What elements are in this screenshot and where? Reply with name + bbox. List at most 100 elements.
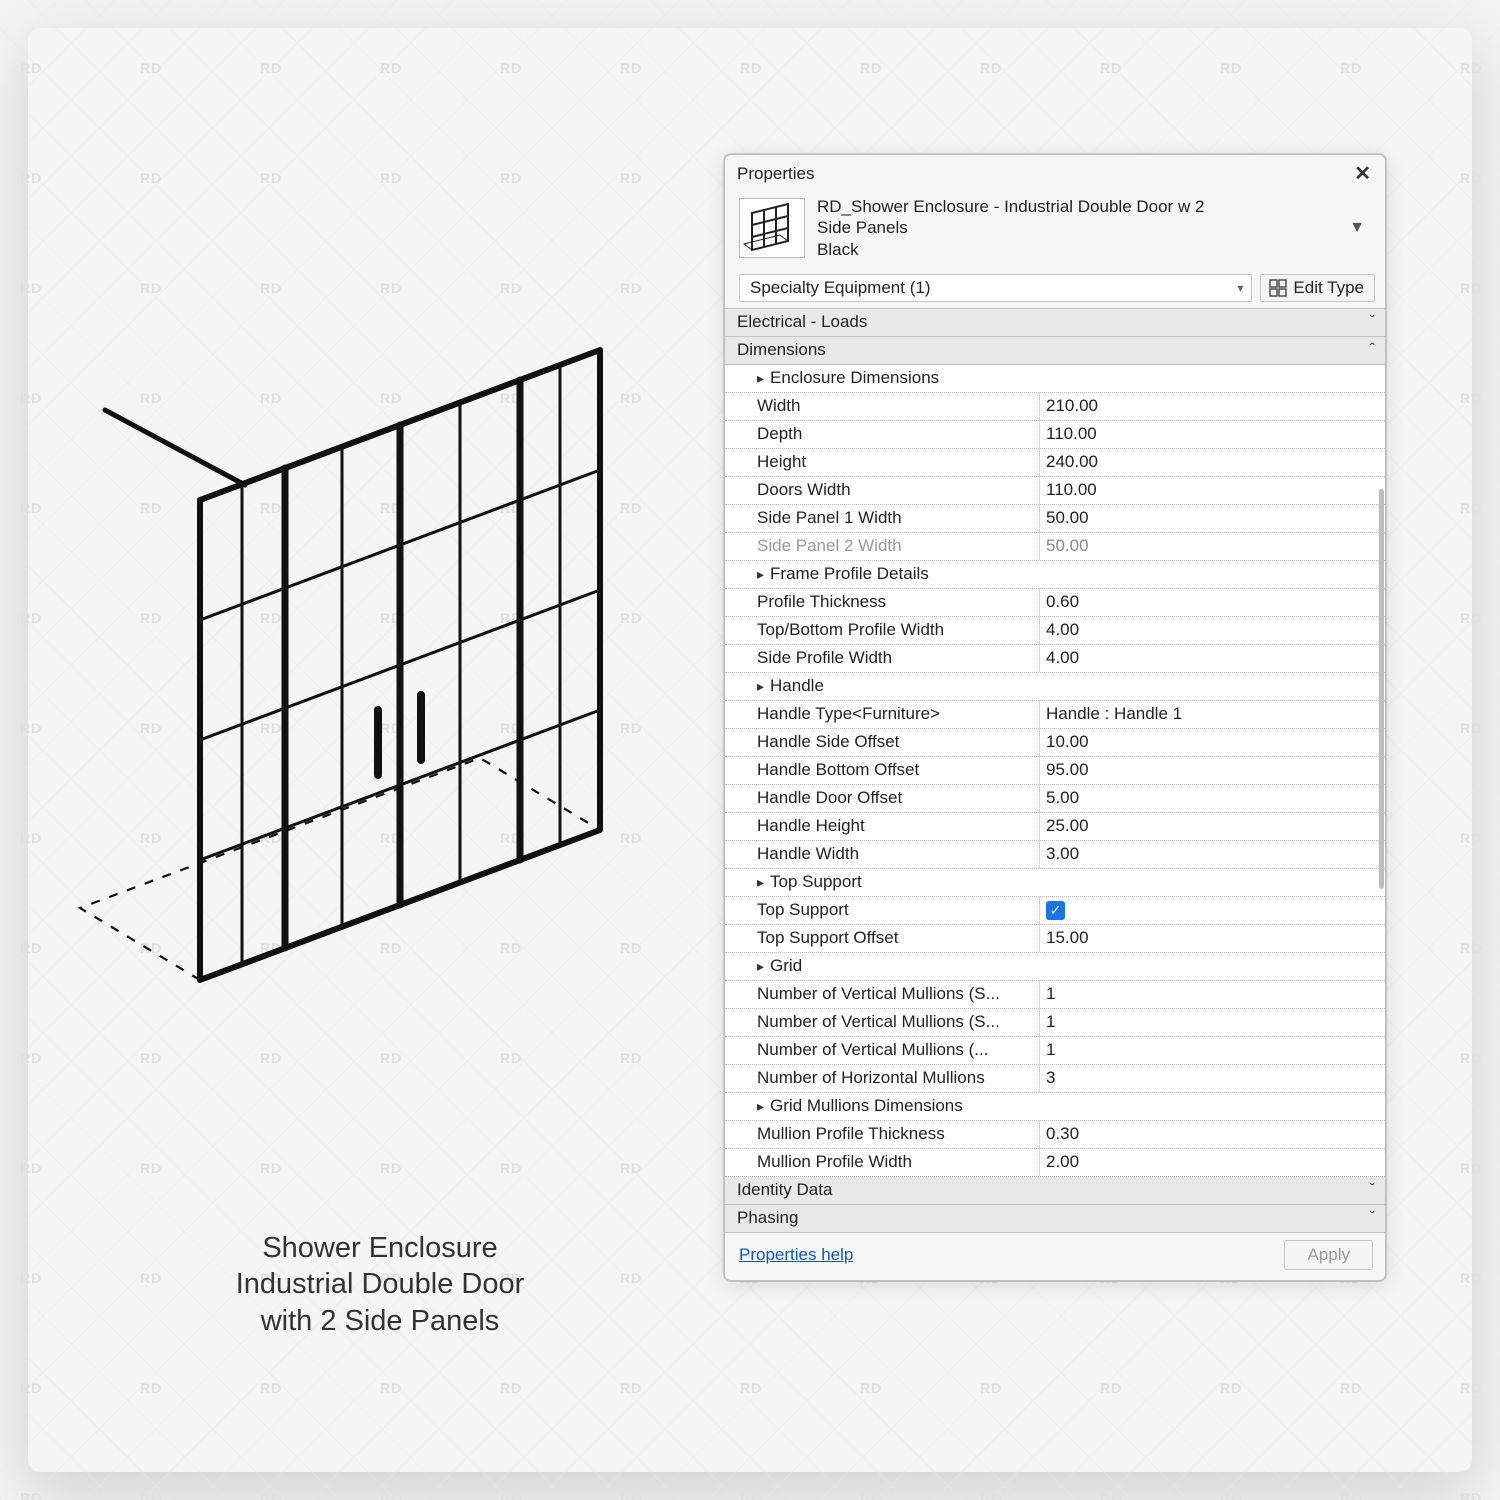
param-label: Number of Vertical Mullions (S... [725,981,1040,1008]
param-row: Top Support ✓ [725,897,1385,925]
type-variant: Black [817,239,1331,260]
parameter-grid: Electrical - Loads ˇDimensions ˆEnclosur… [725,308,1385,1233]
param-label: Height [725,449,1040,476]
panel-title: Properties [737,164,814,184]
param-row: Number of Vertical Mullions (S...1 [725,981,1385,1009]
group-row[interactable]: Grid [725,953,1385,981]
apply-button[interactable]: Apply [1284,1240,1373,1270]
chevron-down-icon: ▾ [1237,281,1243,295]
param-label: Side Panel 1 Width [725,505,1040,532]
param-row: Side Panel 2 Width50.00 [725,533,1385,561]
param-label: Top Support [725,897,1040,924]
param-row: Mullion Profile Thickness0.30 [725,1121,1385,1149]
param-label: Top/Bottom Profile Width [725,617,1040,644]
param-row: Depth110.00 [725,421,1385,449]
chevron-down-icon[interactable]: ▼ [1343,219,1371,237]
filter-dropdown[interactable]: Specialty Equipment (1) ▾ [739,274,1252,302]
param-value[interactable]: 15.00 [1040,925,1385,952]
param-row: Top Support Offset15.00 [725,925,1385,953]
param-row: Profile Thickness0.60 [725,589,1385,617]
param-value[interactable]: 210.00 [1040,393,1385,420]
param-label: Depth [725,421,1040,448]
param-label: Doors Width [725,477,1040,504]
param-label: Handle Door Offset [725,785,1040,812]
param-label: Width [725,393,1040,420]
param-row: Doors Width110.00 [725,477,1385,505]
type-name-line2: Side Panels [817,217,1331,238]
scrollbar[interactable] [1375,309,1385,1233]
checkbox-checked[interactable]: ✓ [1046,901,1065,920]
properties-help-link[interactable]: Properties help [739,1245,853,1265]
group-label: Handle [725,673,1385,700]
param-row: Number of Vertical Mullions (...1 [725,1037,1385,1065]
section-header[interactable]: Dimensions ˆ [725,337,1385,365]
close-icon[interactable]: ✕ [1350,161,1375,186]
param-value[interactable]: 50.00 [1040,533,1385,560]
group-row[interactable]: Handle [725,673,1385,701]
param-value[interactable]: 240.00 [1040,449,1385,476]
param-value[interactable]: 10.00 [1040,729,1385,756]
param-row: Number of Horizontal Mullions3 [725,1065,1385,1093]
type-name: RD_Shower Enclosure - Industrial Double … [817,196,1331,217]
filter-value: Specialty Equipment (1) [750,278,930,298]
type-thumbnail [739,198,805,258]
param-row: Handle Type<Furniture>Handle : Handle 1 [725,701,1385,729]
param-row: Handle Height25.00 [725,813,1385,841]
param-value[interactable]: 110.00 [1040,421,1385,448]
param-value[interactable]: 0.60 [1040,589,1385,616]
group-row[interactable]: Enclosure Dimensions [725,365,1385,393]
edit-type-icon [1269,279,1287,297]
param-value[interactable]: 1 [1040,981,1385,1008]
param-row: Top/Bottom Profile Width4.00 [725,617,1385,645]
group-label: Grid Mullions Dimensions [725,1093,1385,1120]
param-value[interactable]: ✓ [1040,897,1385,924]
param-label: Number of Vertical Mullions (... [725,1037,1040,1064]
param-value[interactable]: 25.00 [1040,813,1385,840]
group-label: Top Support [725,869,1385,896]
param-row: Mullion Profile Width2.00 [725,1149,1385,1177]
model-preview [60,270,700,1070]
param-label: Mullion Profile Width [725,1149,1040,1176]
group-row[interactable]: Grid Mullions Dimensions [725,1093,1385,1121]
group-row[interactable]: Frame Profile Details [725,561,1385,589]
group-row[interactable]: Top Support [725,869,1385,897]
param-label: Handle Bottom Offset [725,757,1040,784]
param-value[interactable]: 5.00 [1040,785,1385,812]
param-label: Top Support Offset [725,925,1040,952]
param-row: Handle Side Offset10.00 [725,729,1385,757]
param-label: Handle Side Offset [725,729,1040,756]
section-header[interactable]: Electrical - Loads ˇ [725,309,1385,337]
param-value[interactable]: 1 [1040,1009,1385,1036]
param-value[interactable]: Handle : Handle 1 [1040,701,1385,728]
type-selector[interactable]: RD_Shower Enclosure - Industrial Double … [725,190,1385,270]
param-row: Side Profile Width4.00 [725,645,1385,673]
param-value[interactable]: 2.00 [1040,1149,1385,1176]
group-label: Enclosure Dimensions [725,365,1385,392]
edit-type-button[interactable]: Edit Type [1260,274,1375,302]
group-label: Grid [725,953,1385,980]
param-value[interactable]: 1 [1040,1037,1385,1064]
section-header[interactable]: Identity Data ˇ [725,1177,1385,1205]
section-label: Phasing [725,1205,1355,1232]
param-label: Profile Thickness [725,589,1040,616]
properties-panel: Properties ✕ RD_Shower Enclosure - Indus… [724,154,1386,1281]
param-value[interactable]: 4.00 [1040,617,1385,644]
section-label: Dimensions [725,337,1355,364]
param-value[interactable]: 50.00 [1040,505,1385,532]
param-row: Height240.00 [725,449,1385,477]
section-header[interactable]: Phasing ˇ [725,1205,1385,1233]
param-value[interactable]: 4.00 [1040,645,1385,672]
param-value[interactable]: 110.00 [1040,477,1385,504]
param-value[interactable]: 95.00 [1040,757,1385,784]
param-label: Mullion Profile Thickness [725,1121,1040,1148]
group-label: Frame Profile Details [725,561,1385,588]
param-label: Side Panel 2 Width [725,533,1040,560]
param-value[interactable]: 0.30 [1040,1121,1385,1148]
param-row: Handle Width3.00 [725,841,1385,869]
param-row: Handle Bottom Offset95.00 [725,757,1385,785]
param-label: Side Profile Width [725,645,1040,672]
param-value[interactable]: 3.00 [1040,841,1385,868]
param-label: Handle Type<Furniture> [725,701,1040,728]
param-value[interactable]: 3 [1040,1065,1385,1092]
param-row: Number of Vertical Mullions (S...1 [725,1009,1385,1037]
